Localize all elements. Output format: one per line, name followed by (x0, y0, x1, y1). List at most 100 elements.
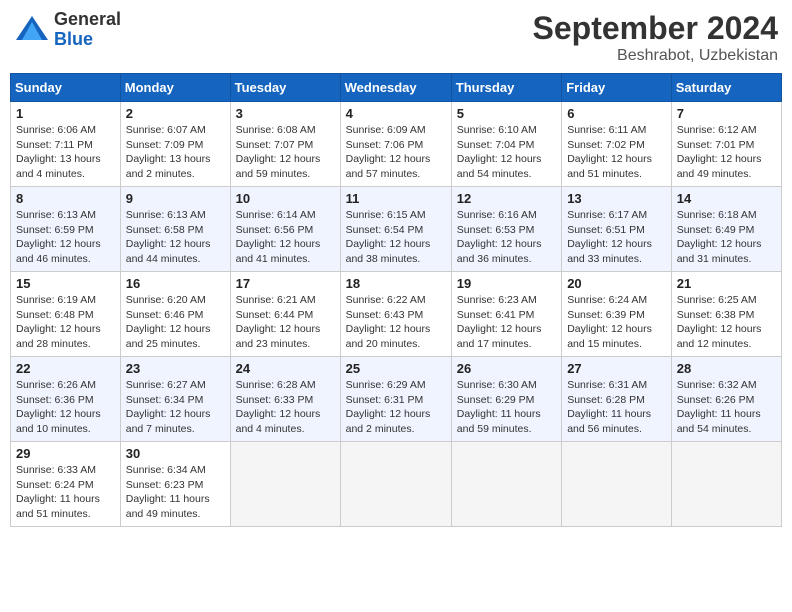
day-number: 8 (16, 191, 115, 206)
calendar-cell: 8 Sunrise: 6:13 AM Sunset: 6:59 PM Daylig… (11, 187, 121, 272)
calendar-cell (451, 442, 561, 527)
day-number: 26 (457, 361, 556, 376)
logo-blue-text: Blue (54, 30, 121, 50)
calendar-cell: 21 Sunrise: 6:25 AM Sunset: 6:38 PM Dayli… (671, 272, 781, 357)
calendar-cell: 6Sunrise: 6:11 AM Sunset: 7:02 PM Daylig… (562, 102, 672, 187)
calendar-cell: 16 Sunrise: 6:20 AM Sunset: 6:46 PM Dayli… (120, 272, 230, 357)
day-number: 14 (677, 191, 776, 206)
calendar-cell: 29 Sunrise: 6:33 AM Sunset: 6:24 PM Dayli… (11, 442, 121, 527)
calendar-cell: 17 Sunrise: 6:21 AM Sunset: 6:44 PM Dayli… (230, 272, 340, 357)
calendar-cell: 19 Sunrise: 6:23 AM Sunset: 6:41 PM Dayli… (451, 272, 561, 357)
day-info: Sunrise: 6:07 AM Sunset: 7:09 PM Dayligh… (126, 123, 225, 182)
day-number: 28 (677, 361, 776, 376)
day-info: Sunrise: 6:24 AM Sunset: 6:39 PM Dayligh… (567, 293, 666, 352)
day-number: 21 (677, 276, 776, 291)
day-number: 10 (236, 191, 335, 206)
day-info: Sunrise: 6:21 AM Sunset: 6:44 PM Dayligh… (236, 293, 335, 352)
day-info: Sunrise: 6:27 AM Sunset: 6:34 PM Dayligh… (126, 378, 225, 437)
day-info: Sunrise: 6:34 AM Sunset: 6:23 PM Dayligh… (126, 463, 225, 522)
calendar-row-3: 22Sunrise: 6:26 AM Sunset: 6:36 PM Dayli… (11, 357, 782, 442)
calendar-cell: 28Sunrise: 6:32 AM Sunset: 6:26 PM Dayli… (671, 357, 781, 442)
col-saturday: Saturday (671, 74, 781, 102)
col-friday: Friday (562, 74, 672, 102)
logo-general-text: General (54, 10, 121, 30)
day-number: 27 (567, 361, 666, 376)
calendar-cell (230, 442, 340, 527)
day-info: Sunrise: 6:20 AM Sunset: 6:46 PM Dayligh… (126, 293, 225, 352)
calendar-row-0: 1 Sunrise: 6:06 AM Sunset: 7:11 PM Daylig… (11, 102, 782, 187)
day-number: 12 (457, 191, 556, 206)
day-number: 22 (16, 361, 115, 376)
day-info: Sunrise: 6:30 AM Sunset: 6:29 PM Dayligh… (457, 378, 556, 437)
day-number: 5 (457, 106, 556, 121)
location: Beshrabot, Uzbekistan (533, 47, 778, 65)
day-info: Sunrise: 6:16 AM Sunset: 6:53 PM Dayligh… (457, 208, 556, 267)
calendar-cell: 27 Sunrise: 6:31 AM Sunset: 6:28 PM Dayli… (562, 357, 672, 442)
calendar-cell: 11Sunrise: 6:15 AM Sunset: 6:54 PM Dayli… (340, 187, 451, 272)
calendar-cell: 24 Sunrise: 6:28 AM Sunset: 6:33 PM Dayli… (230, 357, 340, 442)
day-info: Sunrise: 6:25 AM Sunset: 6:38 PM Dayligh… (677, 293, 776, 352)
day-number: 23 (126, 361, 225, 376)
day-info: Sunrise: 6:11 AM Sunset: 7:02 PM Dayligh… (567, 123, 666, 182)
day-info: Sunrise: 6:08 AM Sunset: 7:07 PM Dayligh… (236, 123, 335, 182)
header: General Blue September 2024 Beshrabot, U… (10, 10, 782, 65)
day-info: Sunrise: 6:22 AM Sunset: 6:43 PM Dayligh… (346, 293, 446, 352)
calendar-cell: 26 Sunrise: 6:30 AM Sunset: 6:29 PM Dayli… (451, 357, 561, 442)
day-number: 25 (346, 361, 446, 376)
day-number: 16 (126, 276, 225, 291)
logo-icon (14, 12, 50, 48)
day-number: 13 (567, 191, 666, 206)
day-info: Sunrise: 6:10 AM Sunset: 7:04 PM Dayligh… (457, 123, 556, 182)
calendar-cell: 18 Sunrise: 6:22 AM Sunset: 6:43 PM Dayli… (340, 272, 451, 357)
day-number: 17 (236, 276, 335, 291)
day-number: 9 (126, 191, 225, 206)
calendar-cell: 9Sunrise: 6:13 AM Sunset: 6:58 PM Daylig… (120, 187, 230, 272)
day-info: Sunrise: 6:12 AM Sunset: 7:01 PM Dayligh… (677, 123, 776, 182)
calendar-cell: 12 Sunrise: 6:16 AM Sunset: 6:53 PM Dayli… (451, 187, 561, 272)
calendar-cell: 15Sunrise: 6:19 AM Sunset: 6:48 PM Dayli… (11, 272, 121, 357)
day-info: Sunrise: 6:06 AM Sunset: 7:11 PM Dayligh… (16, 123, 115, 182)
day-number: 24 (236, 361, 335, 376)
day-info: Sunrise: 6:14 AM Sunset: 6:56 PM Dayligh… (236, 208, 335, 267)
day-number: 4 (346, 106, 446, 121)
day-number: 20 (567, 276, 666, 291)
col-tuesday: Tuesday (230, 74, 340, 102)
calendar-cell (562, 442, 672, 527)
calendar-cell: 3 Sunrise: 6:08 AM Sunset: 7:07 PM Daylig… (230, 102, 340, 187)
day-info: Sunrise: 6:23 AM Sunset: 6:41 PM Dayligh… (457, 293, 556, 352)
day-info: Sunrise: 6:13 AM Sunset: 6:59 PM Dayligh… (16, 208, 115, 267)
day-info: Sunrise: 6:31 AM Sunset: 6:28 PM Dayligh… (567, 378, 666, 437)
day-number: 7 (677, 106, 776, 121)
day-number: 1 (16, 106, 115, 121)
day-number: 19 (457, 276, 556, 291)
col-monday: Monday (120, 74, 230, 102)
col-wednesday: Wednesday (340, 74, 451, 102)
day-number: 29 (16, 446, 115, 461)
day-number: 3 (236, 106, 335, 121)
day-number: 2 (126, 106, 225, 121)
calendar-cell: 4Sunrise: 6:09 AM Sunset: 7:06 PM Daylig… (340, 102, 451, 187)
month-year: September 2024 (533, 10, 778, 47)
calendar-row-1: 8 Sunrise: 6:13 AM Sunset: 6:59 PM Daylig… (11, 187, 782, 272)
calendar-cell (671, 442, 781, 527)
day-info: Sunrise: 6:33 AM Sunset: 6:24 PM Dayligh… (16, 463, 115, 522)
calendar-cell: 1 Sunrise: 6:06 AM Sunset: 7:11 PM Daylig… (11, 102, 121, 187)
calendar-cell: 14 Sunrise: 6:18 AM Sunset: 6:49 PM Dayli… (671, 187, 781, 272)
col-thursday: Thursday (451, 74, 561, 102)
calendar-cell: 25 Sunrise: 6:29 AM Sunset: 6:31 PM Dayli… (340, 357, 451, 442)
calendar-cell: 23 Sunrise: 6:27 AM Sunset: 6:34 PM Dayli… (120, 357, 230, 442)
calendar-cell: 10 Sunrise: 6:14 AM Sunset: 6:56 PM Dayli… (230, 187, 340, 272)
calendar-cell (340, 442, 451, 527)
calendar-header-row: Sunday Monday Tuesday Wednesday Thursday… (11, 74, 782, 102)
title-area: September 2024 Beshrabot, Uzbekistan (533, 10, 778, 65)
day-info: Sunrise: 6:28 AM Sunset: 6:33 PM Dayligh… (236, 378, 335, 437)
calendar-cell: 20 Sunrise: 6:24 AM Sunset: 6:39 PM Dayli… (562, 272, 672, 357)
day-number: 18 (346, 276, 446, 291)
day-info: Sunrise: 6:19 AM Sunset: 6:48 PM Dayligh… (16, 293, 115, 352)
day-info: Sunrise: 6:29 AM Sunset: 6:31 PM Dayligh… (346, 378, 446, 437)
day-info: Sunrise: 6:18 AM Sunset: 6:49 PM Dayligh… (677, 208, 776, 267)
calendar-cell: 5 Sunrise: 6:10 AM Sunset: 7:04 PM Daylig… (451, 102, 561, 187)
day-number: 30 (126, 446, 225, 461)
calendar-cell: 13Sunrise: 6:17 AM Sunset: 6:51 PM Dayli… (562, 187, 672, 272)
calendar-cell: 2 Sunrise: 6:07 AM Sunset: 7:09 PM Daylig… (120, 102, 230, 187)
